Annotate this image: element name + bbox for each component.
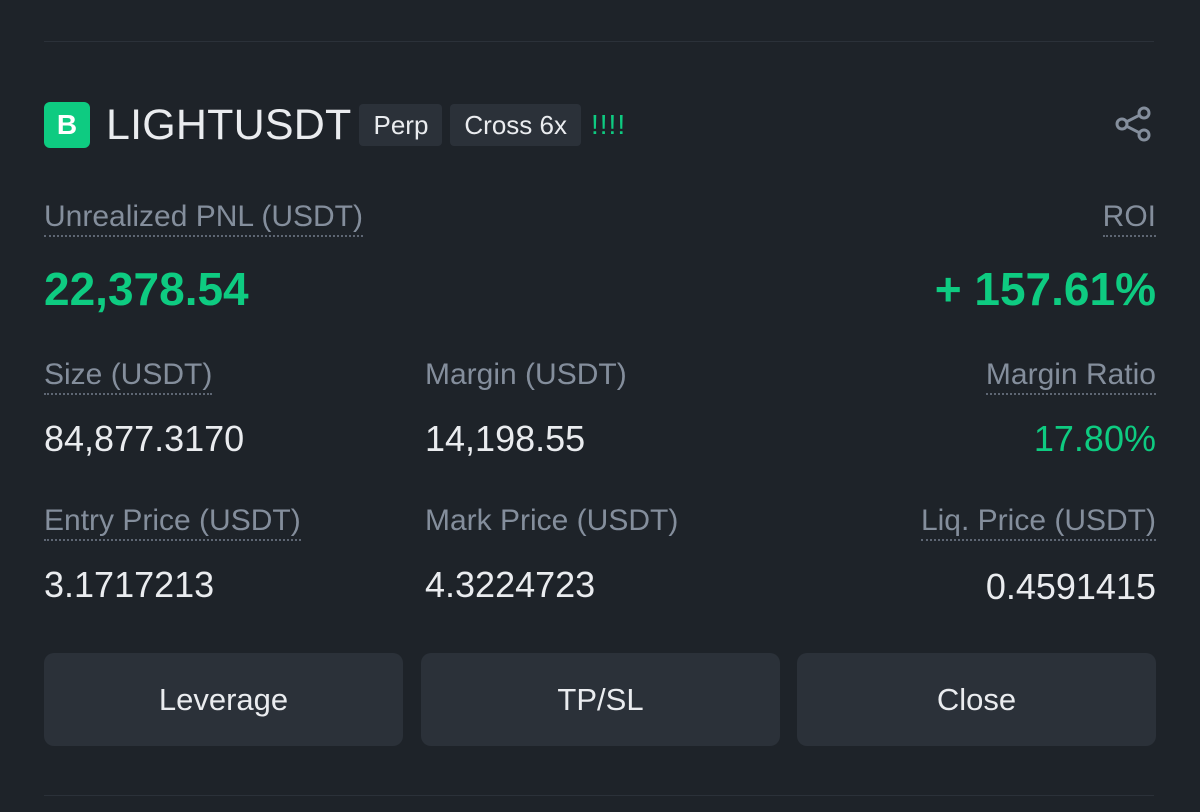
exchange-logo: B — [44, 102, 90, 148]
entry-price-label[interactable]: Entry Price (USDT) — [44, 504, 301, 541]
entry-price-value: 3.1717213 — [44, 564, 215, 605]
position-card: B LIGHTUSDT Perp Cross 6x !!!! Unrealize… — [0, 0, 1200, 812]
risk-signal-indicator: !!!! — [590, 109, 627, 140]
roi-label-text: ROI — [1102, 200, 1156, 237]
margin-ratio-label-text: Margin Ratio — [985, 358, 1156, 395]
close-position-button[interactable]: Close — [797, 653, 1156, 746]
unrealized-pnl-label[interactable]: Unrealized PNL (USDT) — [44, 200, 363, 237]
bottom-divider — [44, 795, 1154, 796]
liq-price-value: 0.4591415 — [985, 566, 1156, 607]
margin-mode-tag[interactable]: Cross 6x — [450, 104, 581, 146]
symbol-name[interactable]: LIGHTUSDT — [106, 101, 351, 150]
roi-value: + 157.61% — [934, 263, 1156, 315]
unrealized-pnl-value: 22,378.54 — [44, 263, 249, 315]
share-icon — [1115, 106, 1151, 142]
mark-price-label: Mark Price (USDT) — [425, 504, 679, 537]
margin-ratio-label[interactable]: Margin Ratio — [985, 358, 1156, 395]
unrealized-pnl-label-text: Unrealized PNL (USDT) — [44, 200, 363, 237]
contract-type-tag: Perp — [359, 104, 443, 146]
mark-price-value: 4.3224723 — [425, 564, 596, 605]
share-button[interactable] — [1110, 102, 1156, 146]
margin-value: 14,198.55 — [425, 418, 586, 459]
tpsl-button[interactable]: TP/SL — [421, 653, 780, 746]
margin-label: Margin (USDT) — [425, 358, 627, 391]
margin-ratio-value: 17.80% — [1033, 418, 1156, 459]
liq-price-label-text: Liq. Price (USDT) — [920, 504, 1156, 541]
leverage-button[interactable]: Leverage — [44, 653, 403, 746]
liq-price-label[interactable]: Liq. Price (USDT) — [920, 504, 1156, 541]
entry-price-label-text: Entry Price (USDT) — [44, 504, 301, 541]
size-label-text: Size (USDT) — [44, 358, 213, 395]
roi-label[interactable]: ROI — [1102, 200, 1156, 237]
size-label[interactable]: Size (USDT) — [44, 358, 213, 395]
top-divider — [44, 41, 1154, 42]
size-value: 84,877.3170 — [44, 418, 245, 459]
position-header: B LIGHTUSDT Perp Cross 6x !!!! — [44, 101, 627, 150]
